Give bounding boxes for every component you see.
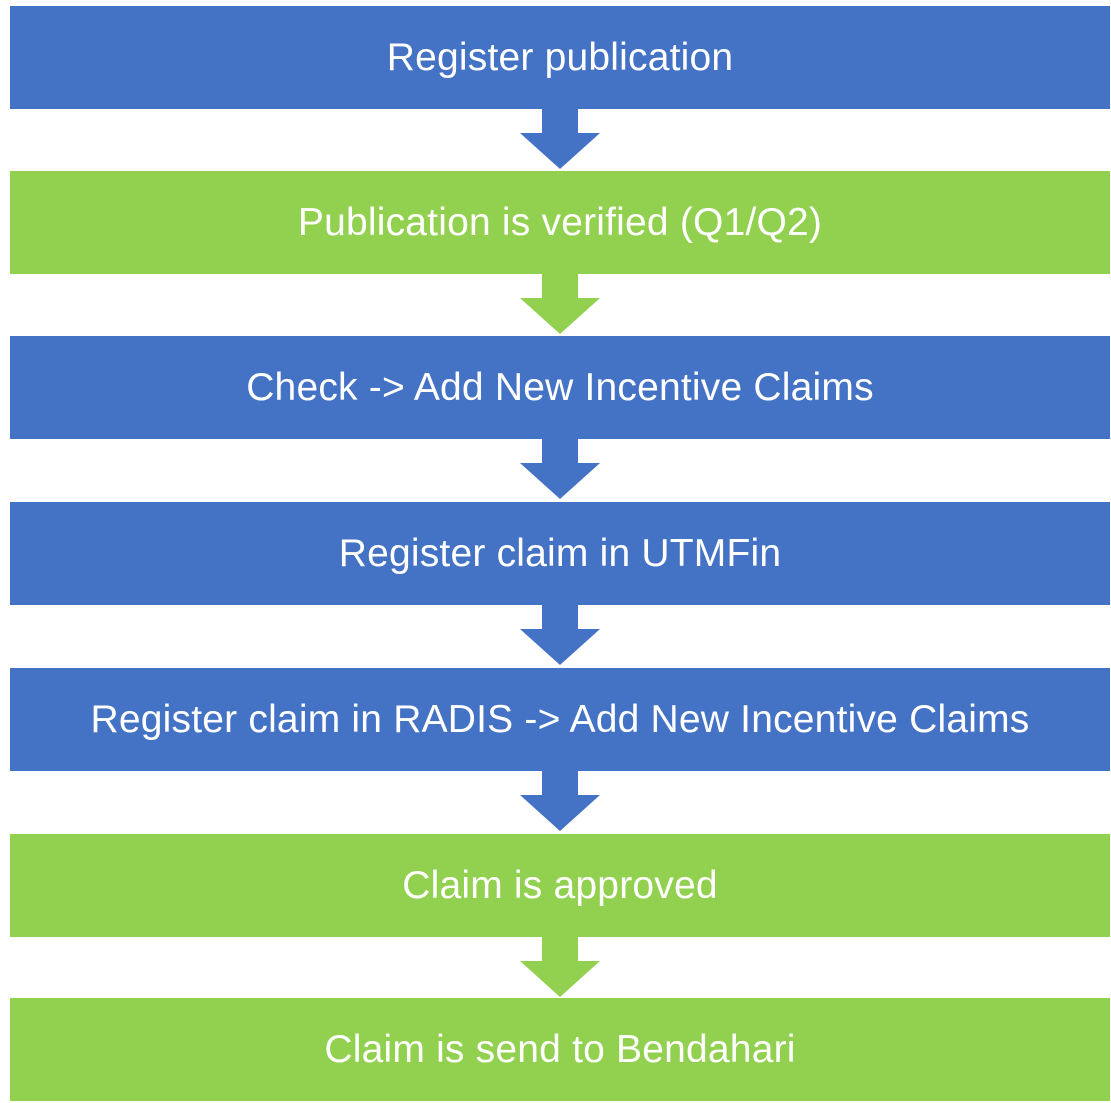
- step-label: Register publication: [386, 35, 734, 79]
- process-flowchart: Register publication Publication is veri…: [0, 0, 1111, 1103]
- step-label: Register claim in RADIS -> Add New Incen…: [90, 697, 1030, 741]
- step-register-publication: Register publication: [10, 6, 1110, 109]
- down-arrow-icon: [520, 439, 600, 499]
- step-label: Claim is approved: [402, 863, 718, 907]
- step-publication-verified: Publication is verified (Q1/Q2): [10, 171, 1110, 274]
- step-claim-approved: Claim is approved: [10, 834, 1110, 937]
- step-check-add-incentive-claims: Check -> Add New Incentive Claims: [10, 336, 1110, 439]
- down-arrow-icon: [520, 771, 600, 831]
- step-label: Register claim in UTMFin: [338, 531, 782, 575]
- step-register-claim-radis: Register claim in RADIS -> Add New Incen…: [10, 668, 1110, 771]
- step-register-claim-utmfin: Register claim in UTMFin: [10, 502, 1110, 605]
- down-arrow-icon: [520, 274, 600, 334]
- step-label: Check -> Add New Incentive Claims: [246, 365, 874, 409]
- down-arrow-icon: [520, 605, 600, 665]
- down-arrow-icon: [520, 937, 600, 997]
- down-arrow-icon: [520, 109, 600, 169]
- step-label: Claim is send to Bendahari: [324, 1027, 796, 1071]
- step-label: Publication is verified (Q1/Q2): [297, 200, 823, 244]
- step-claim-sent-bendahari: Claim is send to Bendahari: [10, 998, 1110, 1101]
